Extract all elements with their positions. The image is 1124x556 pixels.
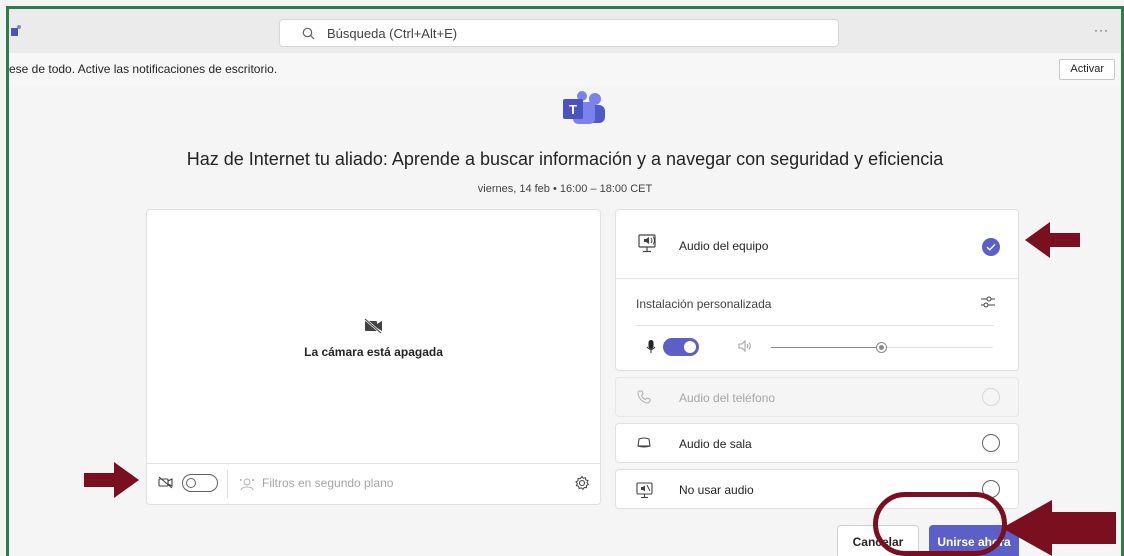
- background-filters-icon: [240, 478, 254, 491]
- annotation-highlight-ellipse: [873, 492, 1007, 556]
- speaker-volume-icon: [738, 339, 751, 353]
- notification-text: ese de todo. Active las notificaciones d…: [9, 62, 278, 76]
- teams-window: Búsqueda (Ctrl+Alt+E) ··· ese de todo. A…: [6, 6, 1124, 556]
- notification-bar: ese de todo. Active las notificaciones d…: [9, 53, 1121, 86]
- microphone-icon: [646, 340, 656, 353]
- meeting-title: Haz de Internet tu aliado: Aprende a bus…: [186, 149, 944, 169]
- room-audio-option[interactable]: Audio de sala: [615, 423, 1019, 463]
- room-audio-radio[interactable]: [982, 434, 1000, 452]
- annotation-arrow-right-icon: [84, 462, 139, 498]
- background-filters-label[interactable]: Filtros en segundo plano: [262, 476, 393, 490]
- camera-off-small-icon: [158, 476, 173, 489]
- title-bar: Búsqueda (Ctrl+Alt+E) ···: [9, 9, 1121, 53]
- search-icon: [302, 27, 315, 39]
- computer-speaker-icon: [638, 234, 656, 253]
- room-audio-icon: [637, 437, 651, 448]
- more-options-button[interactable]: ···: [1094, 23, 1109, 37]
- computer-audio-label: Audio del equipo: [679, 239, 769, 253]
- teams-logo-icon: T: [563, 91, 605, 124]
- custom-setup-label: Instalación personalizada: [636, 297, 772, 311]
- annotation-arrow-left-icon: [1025, 222, 1080, 258]
- audio-settings-sliders-icon[interactable]: [980, 294, 996, 310]
- search-placeholder: Búsqueda (Ctrl+Alt+E): [327, 25, 458, 41]
- divider: [227, 470, 228, 498]
- no-audio-label: No usar audio: [679, 483, 754, 497]
- phone-audio-option: Audio del teléfono: [615, 377, 1019, 417]
- svg-text:T: T: [569, 102, 577, 117]
- divider: [636, 325, 994, 326]
- microphone-toggle[interactable]: [663, 338, 699, 356]
- volume-slider-thumb[interactable]: [876, 342, 887, 353]
- computer-audio-panel[interactable]: Audio del equipo Instalación personaliza…: [615, 209, 1019, 371]
- prejoin-screen: T Haz de Internet tu aliado: Aprende a b…: [9, 85, 1121, 556]
- search-input[interactable]: Búsqueda (Ctrl+Alt+E): [279, 19, 839, 47]
- meeting-datetime: viernes, 14 feb • 16:00 – 18:00 CET: [477, 183, 653, 195]
- volume-slider-track[interactable]: [771, 347, 881, 348]
- video-controls-bar: Filtros en segundo plano: [147, 463, 600, 504]
- phone-audio-label: Audio del teléfono: [679, 391, 776, 405]
- volume-slider-remaining[interactable]: [887, 347, 993, 348]
- activate-notifications-button[interactable]: Activar: [1059, 59, 1115, 80]
- camera-off-text: La cámara está apagada: [304, 345, 443, 359]
- no-audio-icon: [636, 482, 653, 499]
- room-audio-label: Audio de sala: [679, 437, 752, 451]
- phone-audio-radio: [982, 388, 1000, 406]
- camera-off-icon: [364, 318, 382, 334]
- selected-check-icon: [982, 238, 1000, 256]
- device-settings-gear-icon[interactable]: [574, 475, 590, 491]
- computer-audio-option[interactable]: Audio del equipo: [616, 210, 1018, 279]
- teams-app-icon: [11, 25, 21, 36]
- camera-toggle[interactable]: [182, 474, 218, 492]
- annotation-arrow-left-icon: [1002, 500, 1116, 556]
- phone-icon: [637, 390, 651, 404]
- video-preview: La cámara está apagada Filtros en segund…: [146, 209, 601, 505]
